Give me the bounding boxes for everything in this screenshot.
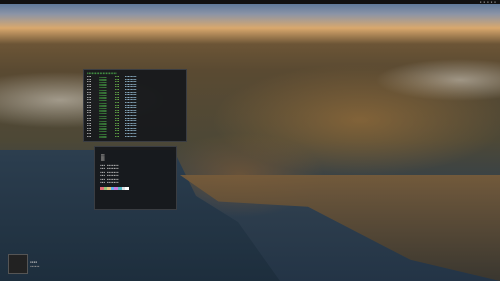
color-swatch [125, 187, 129, 190]
table-cell: ▪▪▪ [87, 134, 92, 138]
table-cell [99, 89, 113, 91]
table-cell [99, 123, 113, 125]
table-cell [99, 120, 113, 123]
list-item: ▪▪▪ ▪▪▪▪▪▪▪ [100, 180, 119, 185]
table-cell [99, 97, 113, 99]
table-cell [99, 76, 113, 78]
table-cell [99, 110, 113, 112]
table-cell [99, 79, 113, 81]
htop-process-list[interactable]: ▪▪▪ ▪▪▪ ▪▪▪▪▪▪▪▪ ▪▪▪ ▪▪▪ ▪▪▪▪▪▪▪▪ ▪▪▪ ▪▪▪ ▪▪▪▪▪▪… [87, 75, 183, 139]
neofetch-terminal-window[interactable]: ▗▄▖ ▐█▌ ▝▀▘ ▪▪▪ ▪▪▪▪▪▪▪ ▪▪▪ ▪▪▪▪▪▪▪ ▪▪▪ ▪▪▪▪… [94, 146, 177, 210]
table-cell [99, 136, 113, 138]
table-cell [99, 81, 113, 84]
neofetch-info: ▪▪▪ ▪▪▪▪▪▪▪ ▪▪▪ ▪▪▪▪▪▪▪ ▪▪▪ ▪▪▪▪▪▪▪ ▪▪▪ ▪▪▪… [100, 163, 171, 186]
table-cell [99, 125, 113, 128]
table-cell [99, 102, 113, 104]
table-row[interactable]: ▪▪▪ ▪▪▪ ▪▪▪▪▪▪▪▪ [87, 134, 183, 139]
table-cell: ▪▪▪▪▪▪▪▪ [125, 134, 137, 138]
table-cell [99, 118, 113, 120]
table-cell [99, 115, 113, 117]
avatar[interactable] [8, 254, 28, 274]
user-status-line: ▪▪▪▪▪▪ [30, 265, 40, 268]
top-bar: ▪ ▪ ▪ ▪ ▪ [0, 0, 500, 4]
table-cell [99, 107, 113, 110]
htop-terminal-window[interactable]: ▮▮▮▮▮▮▮▮▮▮▮▮▮▮▮▮▮▮▮ ▪▪▪ ▪▪▪ ▪▪▪▪▪▪▪▪ ▪▪▪ ▪▪▪… [83, 69, 187, 142]
table-cell [99, 112, 113, 115]
table-cell [99, 128, 113, 130]
table-cell [99, 133, 113, 136]
table-cell: ▪▪▪ [115, 134, 120, 138]
user-name-line: ▪▪▪▪ [30, 260, 38, 264]
table-cell [99, 84, 113, 86]
table-cell [99, 99, 113, 102]
color-palette [100, 187, 171, 190]
table-cell [99, 86, 113, 89]
neofetch-logo: ▗▄▖ ▐█▌ ▝▀▘ [100, 152, 106, 163]
system-tray[interactable]: ▪ ▪ ▪ ▪ ▪ [480, 0, 496, 4]
table-cell [99, 92, 113, 94]
table-cell [99, 105, 113, 107]
table-cell [99, 131, 113, 133]
table-cell [99, 94, 113, 97]
